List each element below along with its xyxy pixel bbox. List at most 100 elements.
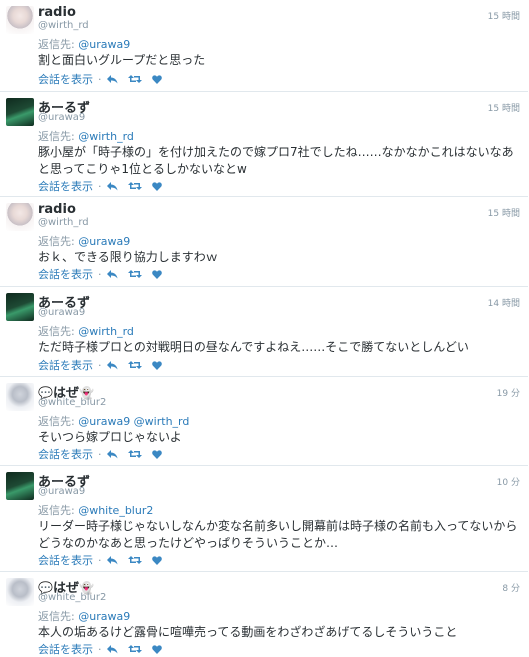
tweet[interactable]: あーるず @urawa9 14 時間 返信先: @wirth_rd ただ時子様プ… <box>0 287 528 377</box>
show-conversation-link[interactable]: 会話を表示 <box>38 71 93 87</box>
reply-prefix: 返信先: <box>38 325 75 338</box>
user-name[interactable]: radio <box>38 5 76 20</box>
tweet[interactable]: あーるず @urawa9 10 分 返信先: @white_blur2 リーダー… <box>0 466 528 572</box>
timestamp[interactable]: 15 時間 <box>488 101 520 114</box>
like-icon[interactable] <box>151 181 162 191</box>
like-icon[interactable] <box>151 644 162 654</box>
reply-to: 返信先: @white_blur2 <box>38 502 153 518</box>
retweet-icon[interactable] <box>127 449 142 459</box>
tweet[interactable]: radio @wirth_rd 15 時間 返信先: @urawa9 割と面白い… <box>0 0 528 92</box>
separator: · <box>98 642 102 656</box>
show-conversation-link[interactable]: 会話を表示 <box>38 446 93 462</box>
tweet-text: 本人の垢あるけど露骨に喧嘩売ってる動画をわざわざあげてるしそういうこと <box>38 625 458 639</box>
tweet-actions: 会話を表示 · <box>38 71 172 87</box>
tweet[interactable]: あーるず @urawa9 15 時間 返信先: @wirth_rd 豚小屋が「時… <box>0 92 528 197</box>
timestamp[interactable]: 8 分 <box>502 581 520 594</box>
retweet-icon[interactable] <box>127 181 142 191</box>
avatar[interactable] <box>6 293 34 321</box>
tweet[interactable]: radio @wirth_rd 15 時間 返信先: @urawa9 おｋ、でき… <box>0 197 528 287</box>
avatar[interactable] <box>6 98 34 126</box>
reply-prefix: 返信先: <box>38 38 75 51</box>
tweet-text: そいつら嫁プロじゃないよ <box>38 430 182 444</box>
avatar[interactable] <box>6 6 34 34</box>
tweet-actions: 会話を表示 · <box>38 552 172 568</box>
reply-prefix: 返信先: <box>38 130 75 143</box>
reply-to: 返信先: @urawa9 @wirth_rd <box>38 413 189 429</box>
timestamp[interactable]: 15 時間 <box>488 9 520 22</box>
retweet-icon[interactable] <box>127 360 142 370</box>
separator: · <box>98 358 102 372</box>
tweet[interactable]: 💬はぜ👻 @white_blur2 19 分 返信先: @urawa9 @wir… <box>0 377 528 466</box>
avatar[interactable] <box>6 383 34 411</box>
reply-icon[interactable] <box>106 74 118 84</box>
retweet-icon[interactable] <box>127 555 142 565</box>
timestamp[interactable]: 19 分 <box>497 386 520 399</box>
reply-mention[interactable]: @wirth_rd <box>78 130 134 143</box>
user-handle[interactable]: @wirth_rd <box>38 217 89 228</box>
reply-prefix: 返信先: <box>38 504 75 517</box>
reply-icon[interactable] <box>106 449 118 459</box>
reply-icon[interactable] <box>106 644 118 654</box>
reply-to: 返信先: @urawa9 <box>38 233 130 249</box>
reply-to: 返信先: @wirth_rd <box>38 128 134 144</box>
timestamp[interactable]: 14 時間 <box>488 296 520 309</box>
timeline: radio @wirth_rd 15 時間 返信先: @urawa9 割と面白い… <box>0 0 529 657</box>
user-name[interactable]: radio <box>38 202 76 217</box>
reply-mention[interactable]: @wirth_rd <box>78 325 134 338</box>
retweet-icon[interactable] <box>127 644 142 654</box>
reply-mention[interactable]: @urawa9 <box>78 610 130 623</box>
avatar[interactable] <box>6 578 34 606</box>
retweet-icon[interactable] <box>127 74 142 84</box>
show-conversation-link[interactable]: 会話を表示 <box>38 266 93 282</box>
reply-to: 返信先: @urawa9 <box>38 36 130 52</box>
reply-prefix: 返信先: <box>38 235 75 248</box>
like-icon[interactable] <box>151 449 162 459</box>
tweet[interactable]: 💬はぜ👻 @white_blur2 8 分 返信先: @urawa9 本人の垢あ… <box>0 572 528 657</box>
separator: · <box>98 179 102 193</box>
separator: · <box>98 267 102 281</box>
tweet-text: ただ時子様プロとの対戦明日の昼なんですよねえ……そこで勝てないとしんどい <box>38 340 469 354</box>
like-icon[interactable] <box>151 360 162 370</box>
reply-to: 返信先: @urawa9 <box>38 608 130 624</box>
tweet-text: リーダー時子様じゃないしなんか変な名前多いし開幕前は時子様の名前も入ってないから… <box>38 519 518 550</box>
reply-mention[interactable]: @white_blur2 <box>78 504 153 517</box>
reply-icon[interactable] <box>106 269 118 279</box>
show-conversation-link[interactable]: 会話を表示 <box>38 357 93 373</box>
timestamp[interactable]: 10 分 <box>497 475 520 488</box>
reply-mention[interactable]: @urawa9 @wirth_rd <box>78 415 189 428</box>
user-handle[interactable]: @wirth_rd <box>38 20 89 31</box>
reply-prefix: 返信先: <box>38 415 75 428</box>
timestamp[interactable]: 15 時間 <box>488 206 520 219</box>
like-icon[interactable] <box>151 269 162 279</box>
tweet-text: おｋ、できる限り協力しますわｗ <box>38 250 218 264</box>
retweet-icon[interactable] <box>127 269 142 279</box>
reply-prefix: 返信先: <box>38 610 75 623</box>
show-conversation-link[interactable]: 会話を表示 <box>38 178 93 194</box>
show-conversation-link[interactable]: 会話を表示 <box>38 552 93 568</box>
reply-icon[interactable] <box>106 555 118 565</box>
tweet-actions: 会話を表示 · <box>38 266 172 282</box>
user-handle[interactable]: @white_blur2 <box>38 592 106 603</box>
reply-icon[interactable] <box>106 360 118 370</box>
user-handle[interactable]: @white_blur2 <box>38 397 106 408</box>
tweet-text: 割と面白いグループだと思った <box>38 53 206 67</box>
reply-mention[interactable]: @urawa9 <box>78 235 130 248</box>
tweet-actions: 会話を表示 · <box>38 446 172 462</box>
separator: · <box>98 447 102 461</box>
tweet-actions: 会話を表示 · <box>38 641 172 657</box>
avatar[interactable] <box>6 203 34 231</box>
tweet-actions: 会話を表示 · <box>38 357 172 373</box>
avatar[interactable] <box>6 472 34 500</box>
separator: · <box>98 553 102 567</box>
tweet-text: 豚小屋が「時子様の」を付け加えたので嫁プロ7社でしたね……なかなかこれはないなあ… <box>38 145 514 176</box>
separator: · <box>98 72 102 86</box>
user-handle[interactable]: @urawa9 <box>38 486 85 497</box>
like-icon[interactable] <box>151 74 162 84</box>
user-handle[interactable]: @urawa9 <box>38 112 85 123</box>
reply-to: 返信先: @wirth_rd <box>38 323 134 339</box>
show-conversation-link[interactable]: 会話を表示 <box>38 641 93 657</box>
user-handle[interactable]: @urawa9 <box>38 307 85 318</box>
reply-mention[interactable]: @urawa9 <box>78 38 130 51</box>
reply-icon[interactable] <box>106 181 118 191</box>
like-icon[interactable] <box>151 555 162 565</box>
